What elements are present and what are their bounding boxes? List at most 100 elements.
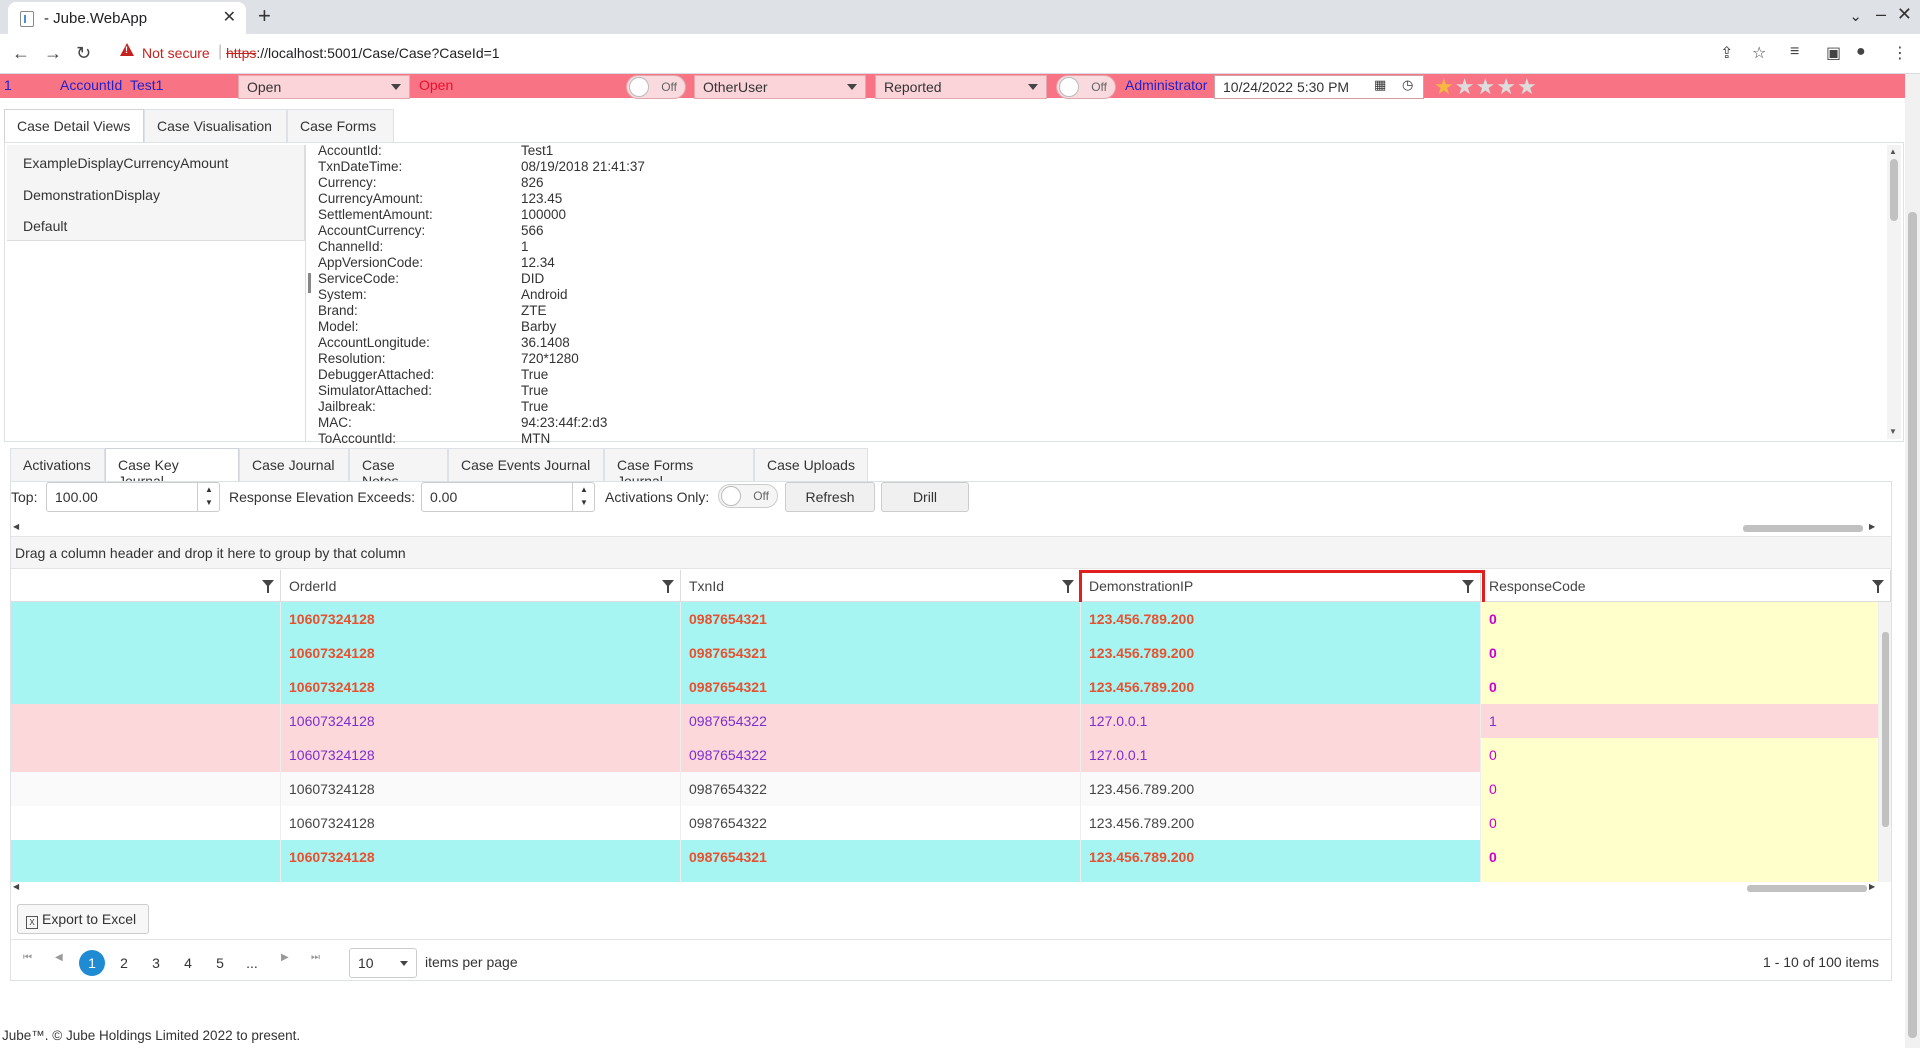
- lock-toggle[interactable]: Off: [626, 75, 686, 99]
- view-item-default[interactable]: Default: [23, 218, 67, 234]
- close-window-icon[interactable]: ✕: [1897, 4, 1912, 25]
- table-row[interactable]: 106073241280987654321123.456.789.2000: [11, 670, 1879, 704]
- url-text[interactable]: https://localhost:5001/Case/Case?CaseId=…: [226, 45, 500, 61]
- page-2[interactable]: 2: [111, 950, 137, 976]
- tab-search-chevron-icon[interactable]: ⌄: [1849, 7, 1862, 25]
- column-header-blank[interactable]: [11, 570, 281, 602]
- case-rating[interactable]: ★★★★★: [1434, 74, 1538, 100]
- rating-star-icon[interactable]: ★: [1517, 74, 1538, 99]
- diary-datetime-picker[interactable]: 10/24/2022 5:30 PM: [1214, 75, 1424, 99]
- activations-only-toggle[interactable]: Off: [718, 484, 778, 508]
- tab-case-events-journal[interactable]: Case Events Journal: [448, 448, 604, 482]
- forward-icon[interactable]: →: [44, 43, 62, 64]
- detail-scrollbar[interactable]: ▲ ▼: [1887, 145, 1901, 439]
- table-row[interactable]: 10607324128 0987654322 127.0.0.1 1: [11, 704, 1879, 738]
- page-size-dropdown[interactable]: 10: [349, 948, 417, 978]
- table-row[interactable]: 10607324128 0987654322 123.456.789.200 0: [11, 806, 1879, 840]
- profile-avatar-icon[interactable]: ●: [1856, 43, 1866, 61]
- tab-case-detail-views[interactable]: Case Detail Views: [4, 109, 144, 143]
- page-1[interactable]: 1: [79, 950, 105, 976]
- calendar-icon[interactable]: ▦: [1374, 77, 1386, 93]
- table-row[interactable]: 10607324128 0987654322 127.0.0.1 0: [11, 738, 1879, 772]
- page-scrollbar[interactable]: [1905, 74, 1920, 1048]
- rating-star-icon[interactable]: ★: [1455, 74, 1476, 99]
- column-header-txnid[interactable]: TxnId: [681, 570, 1081, 602]
- filter-icon[interactable]: [262, 580, 274, 593]
- minimize-window-icon[interactable]: –: [1876, 4, 1886, 25]
- scroll-right-icon[interactable]: ▶: [1869, 522, 1875, 531]
- detail-value: 720*1280: [521, 351, 579, 366]
- bookmark-star-icon[interactable]: ☆: [1752, 43, 1766, 63]
- filter-icon[interactable]: [662, 580, 674, 593]
- elevation-numeric-input[interactable]: 0.00 ▲ ▼: [421, 482, 595, 512]
- last-page-icon[interactable]: ⏭: [311, 952, 320, 963]
- top-numeric-input[interactable]: 100.00 ▲ ▼: [46, 482, 220, 512]
- tab-case-forms[interactable]: Case Forms: [287, 109, 394, 143]
- rating-star-icon[interactable]: ★: [1434, 74, 1455, 99]
- table-row[interactable]: 106073241280987654321123.456.789.2000: [11, 840, 1879, 874]
- grid-horizontal-scrollbar[interactable]: ◀ ▶: [13, 882, 1879, 894]
- close-tab-icon[interactable]: ✕: [223, 7, 236, 27]
- column-header-orderid[interactable]: OrderId: [281, 570, 681, 602]
- detail-key: ChannelId:: [318, 239, 384, 254]
- tab-case-journal[interactable]: Case Journal: [239, 448, 349, 482]
- decrement-icon[interactable]: ▼: [205, 498, 213, 507]
- clock-icon[interactable]: ◷: [1402, 77, 1413, 93]
- page-3[interactable]: 3: [143, 950, 169, 976]
- drill-button[interactable]: Drill: [881, 482, 969, 512]
- tab-case-uploads[interactable]: Case Uploads: [754, 448, 868, 482]
- browser-tab[interactable]: - Jube.WebApp ✕: [8, 2, 246, 34]
- page-more[interactable]: ...: [239, 950, 265, 976]
- locked-user-dropdown[interactable]: OtherUser: [694, 75, 866, 99]
- rating-star-icon[interactable]: ★: [1496, 74, 1517, 99]
- view-item-demonstration-display[interactable]: DemonstrationDisplay: [23, 187, 160, 203]
- browser-menu-icon[interactable]: ⋮: [1892, 43, 1908, 63]
- tab-case-key-journal[interactable]: Case Key Journal: [105, 448, 239, 489]
- tab-case-notes[interactable]: Case Notes: [349, 448, 448, 489]
- tab-activations[interactable]: Activations: [10, 448, 105, 482]
- previous-page-icon[interactable]: ◀: [55, 952, 63, 963]
- share-icon[interactable]: ⇪: [1720, 43, 1733, 63]
- refresh-button[interactable]: Refresh: [785, 482, 875, 512]
- export-to-excel-button[interactable]: X Export to Excel: [17, 904, 149, 934]
- omnibox[interactable]: ! Not secure | https://localhost:5001/Ca…: [108, 39, 1748, 69]
- scroll-left-icon[interactable]: ◀: [13, 882, 19, 891]
- table-row[interactable]: 106073241280987654321123.456.789.2000: [11, 636, 1879, 670]
- workflow-status-dropdown[interactable]: Reported: [875, 75, 1047, 99]
- table-row[interactable]: 106073241280987654321123.456.789.2000: [11, 874, 1879, 882]
- next-page-icon[interactable]: ▶: [281, 952, 289, 963]
- scroll-right-icon[interactable]: ▶: [1869, 882, 1875, 891]
- new-tab-icon[interactable]: +: [258, 3, 271, 29]
- table-row[interactable]: 10607324128 0987654322 123.456.789.200 0: [11, 772, 1879, 806]
- increment-icon[interactable]: ▲: [580, 485, 588, 494]
- scroll-down-icon[interactable]: ▼: [1889, 427, 1897, 436]
- decrement-icon[interactable]: ▼: [580, 498, 588, 507]
- security-label[interactable]: Not secure: [142, 45, 210, 61]
- page-5[interactable]: 5: [207, 950, 233, 976]
- filter-icon[interactable]: [1462, 580, 1474, 593]
- table-row[interactable]: 106073241280987654321123.456.789.2000: [11, 602, 1879, 636]
- rating-star-icon[interactable]: ★: [1475, 74, 1496, 99]
- group-drop-area[interactable]: Drag a column header and drop it here to…: [11, 536, 1891, 569]
- tab-case-visualisation[interactable]: Case Visualisation: [144, 109, 287, 143]
- panel-splitter[interactable]: [308, 273, 311, 293]
- page-4[interactable]: 4: [175, 950, 201, 976]
- scroll-up-icon[interactable]: ▲: [1889, 147, 1897, 156]
- column-header-demonstrationip[interactable]: DemonstrationIP: [1081, 570, 1481, 602]
- first-page-icon[interactable]: ⏮: [23, 952, 32, 963]
- back-icon[interactable]: ←: [12, 43, 30, 64]
- case-status-dropdown[interactable]: Open: [238, 75, 410, 99]
- reload-icon[interactable]: ↻: [76, 43, 91, 64]
- increment-icon[interactable]: ▲: [205, 485, 213, 494]
- view-item-example-display[interactable]: ExampleDisplayCurrencyAmount: [23, 155, 228, 171]
- reading-list-icon[interactable]: ≡: [1790, 43, 1799, 61]
- tab-case-forms-journal[interactable]: Case Forms Journal: [604, 448, 754, 489]
- grid-vertical-scrollbar[interactable]: [1879, 602, 1891, 882]
- side-panel-icon[interactable]: ▣: [1826, 43, 1841, 63]
- filter-icon[interactable]: [1062, 580, 1074, 593]
- filter-icon[interactable]: [1872, 580, 1884, 593]
- column-header-responsecode[interactable]: ResponseCode: [1481, 570, 1891, 602]
- scroll-left-icon[interactable]: ◀: [13, 522, 19, 531]
- toolbar-horizontal-scrollbar[interactable]: ◀ ▶: [13, 522, 1879, 534]
- diary-toggle[interactable]: Off: [1056, 75, 1116, 99]
